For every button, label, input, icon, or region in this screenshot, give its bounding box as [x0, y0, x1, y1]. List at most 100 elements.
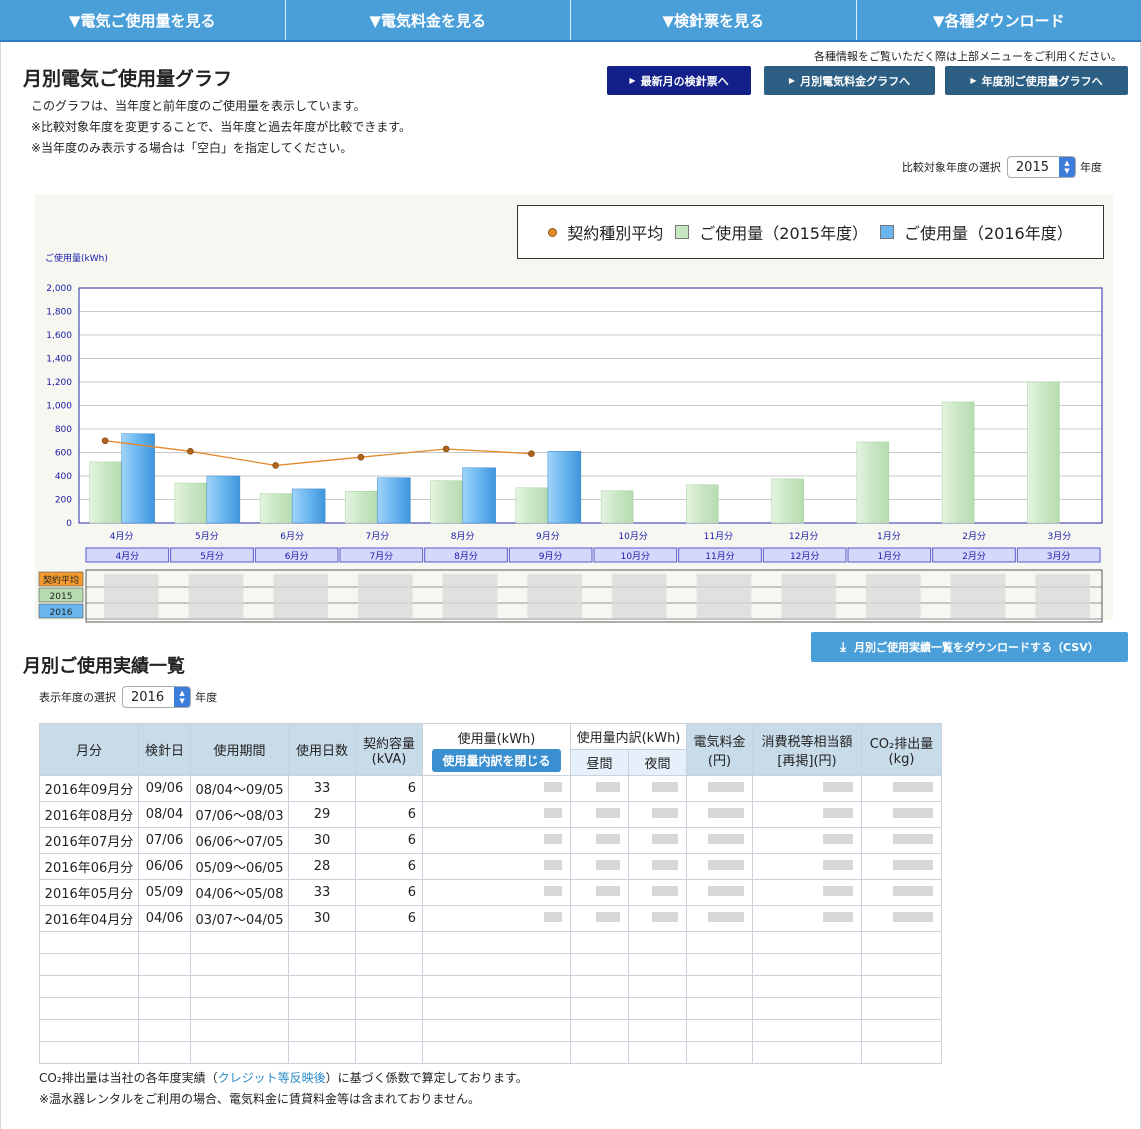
table-row: 2016年07月分 07/06 06/06〜07/05 30 6 — [39, 827, 942, 854]
cell-masked — [686, 879, 753, 906]
avg-point — [442, 445, 450, 453]
cell-empty — [138, 997, 191, 1020]
cell-masked — [570, 853, 629, 880]
col-usage-label: 使用量(kWh) — [457, 731, 536, 747]
avg-point — [528, 450, 535, 457]
masked-values — [358, 574, 413, 618]
cell-empty — [288, 1019, 356, 1042]
masked-value — [708, 834, 744, 844]
col-meter-day: 検針日 — [138, 723, 191, 776]
cell-empty — [752, 997, 862, 1020]
col-breakdown: 使用量内訳(kWh) — [570, 723, 687, 750]
cell-masked — [861, 827, 942, 854]
col-days: 使用日数 — [288, 723, 356, 776]
nav-fee[interactable]: ▼電気料金を見る — [286, 0, 571, 40]
cell-empty — [628, 975, 687, 998]
display-year-select[interactable]: 2016 ▲ ▼ — [122, 686, 192, 708]
footnote-line-1-post: ）に基づく係数で算定しております。 — [325, 1071, 528, 1085]
cell-empty — [288, 953, 356, 976]
cell-empty — [570, 1019, 629, 1042]
cell-period: 05/09〜06/05 — [190, 853, 289, 880]
masked-value — [596, 912, 620, 922]
x-tick-label: 9月分 — [536, 531, 560, 542]
close-breakdown-button[interactable]: 使用量内訳を閉じる — [432, 748, 561, 772]
masked-value — [544, 886, 562, 896]
month-header-label: 8月分 — [454, 551, 478, 562]
cell-empty — [138, 975, 191, 998]
bar-2016 — [462, 467, 496, 524]
cell-masked — [422, 801, 571, 828]
masked-values — [950, 574, 1006, 618]
bar-2016 — [547, 451, 582, 524]
cell-empty — [422, 1041, 571, 1064]
masked-values — [188, 574, 244, 618]
masked-values — [781, 574, 836, 618]
cell-empty — [422, 1019, 571, 1042]
cell-empty — [422, 975, 571, 998]
cell-empty — [355, 931, 423, 954]
bar-2015 — [515, 487, 549, 524]
cell-capacity: 6 — [355, 879, 423, 906]
cell-masked — [422, 853, 571, 880]
credit-link[interactable]: クレジット等反映後 — [218, 1071, 326, 1085]
cell-period: 08/04〜09/05 — [190, 775, 289, 802]
cell-days: 33 — [288, 775, 356, 802]
cell-masked — [686, 775, 753, 802]
col-night: 夜間 — [628, 749, 687, 776]
col-tax: 消費税等相当額 [再掲](円) — [752, 723, 862, 776]
nav-usage[interactable]: ▼電気ご使用量を見る — [0, 0, 286, 40]
cell-empty — [190, 1041, 289, 1064]
cell-empty — [190, 953, 289, 976]
cell-masked — [686, 853, 753, 880]
cell-month: 2016年07月分 — [39, 827, 139, 854]
cell-meter-day: 06/06 — [138, 853, 191, 880]
table-row: 2016年08月分 08/04 07/06〜08/03 29 6 — [39, 801, 942, 828]
masked-value — [596, 834, 620, 844]
avg-point — [187, 448, 194, 455]
cell-meter-day: 09/06 — [138, 775, 191, 802]
series-row-label: 2015 — [50, 592, 73, 602]
usage-table-body: 2016年09月分 09/06 08/04〜09/05 33 6 2016年08月分 08/… — [39, 775, 942, 1064]
cell-masked — [686, 827, 753, 854]
cell-empty — [628, 1019, 687, 1042]
cell-empty — [861, 997, 942, 1020]
cell-month: 2016年04月分 — [39, 905, 139, 932]
month-header-label: 7月分 — [369, 551, 393, 562]
table-row: 2016年05月分 05/09 04/06〜05/08 33 6 — [39, 879, 942, 906]
bar-2016 — [121, 433, 155, 524]
y-tick-label: 400 — [55, 472, 72, 482]
page-content: 各種情報をご覧いただく際は上部メニューをご利用ください。 月別電気ご使用量グラフ… — [0, 42, 1141, 1129]
x-tick-label: 10月分 — [618, 531, 647, 542]
cell-empty — [861, 975, 942, 998]
masked-values — [527, 574, 582, 618]
cell-masked — [752, 853, 862, 880]
x-tick-label: 7月分 — [366, 531, 390, 542]
col-tax-label: 消費税等相当額 — [761, 734, 853, 750]
cell-empty — [686, 1019, 753, 1042]
cell-masked — [752, 801, 862, 828]
cell-empty — [628, 931, 687, 954]
masked-values — [1035, 574, 1090, 618]
csv-download-button[interactable]: ⤓ 月別ご使用実績一覧をダウンロードする（CSV） — [811, 632, 1128, 662]
bar-2015 — [174, 482, 208, 524]
cell-empty — [39, 1041, 139, 1064]
nav-meter-slip[interactable]: ▼検針票を見る — [571, 0, 857, 40]
col-capacity: 契約容量 (kVA) — [355, 723, 423, 776]
masked-values — [696, 574, 752, 618]
masked-value — [823, 834, 853, 844]
masked-value — [823, 886, 853, 896]
cell-empty — [355, 1041, 423, 1064]
cell-empty — [628, 1041, 687, 1064]
cell-empty — [686, 975, 753, 998]
cell-masked — [752, 879, 862, 906]
cell-period: 03/07〜04/05 — [190, 905, 289, 932]
table-row-empty — [39, 931, 942, 954]
nav-download[interactable]: ▼各種ダウンロード — [857, 0, 1141, 40]
month-header-label: 5月分 — [200, 551, 224, 562]
y-tick-label: 2,000 — [46, 284, 72, 294]
cell-empty — [138, 1041, 191, 1064]
y-tick-label: 1,200 — [46, 378, 72, 388]
bar-2015 — [600, 490, 634, 524]
masked-values — [442, 574, 498, 618]
download-icon: ⤓ — [840, 639, 847, 655]
